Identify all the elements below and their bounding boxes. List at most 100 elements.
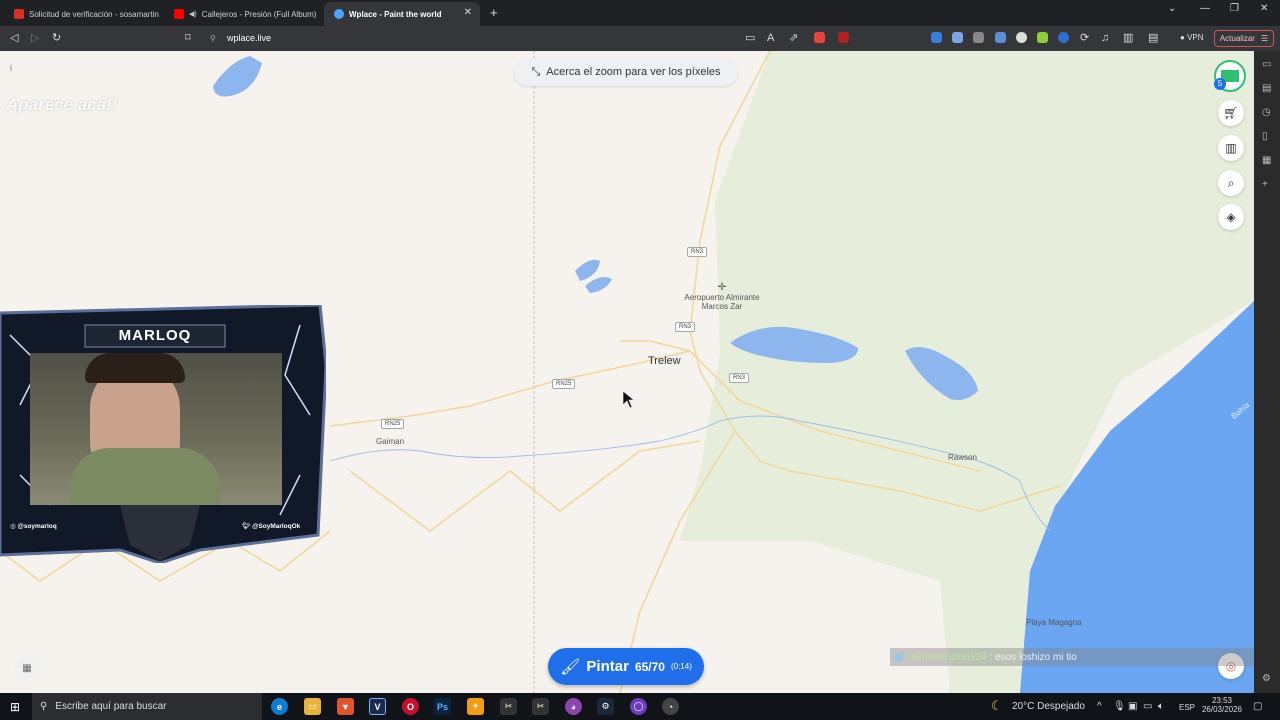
fl-studio-icon[interactable]: ✦ xyxy=(467,698,484,715)
road-badge-rn3: RN3 xyxy=(675,322,696,332)
extension-translate-icon[interactable] xyxy=(952,32,963,43)
capcut2-icon[interactable]: ✂ xyxy=(532,698,549,715)
share-icon[interactable]: ⇗ xyxy=(789,32,798,44)
side-bookmark-icon[interactable]: ▯ xyxy=(1262,131,1268,142)
paint-label: Pintar xyxy=(586,658,629,675)
back-icon[interactable]: ◁ xyxy=(10,32,18,44)
extension-moon-icon[interactable] xyxy=(1058,32,1069,43)
weather-text[interactable]: 20°C Despejado xyxy=(1012,701,1085,712)
site-info-icon[interactable]: ⚲ xyxy=(210,33,216,45)
extensions-icon[interactable]: ⟳ xyxy=(1080,32,1089,44)
zoom-icon: ⤡ xyxy=(531,65,541,78)
layers-button[interactable]: ◈ xyxy=(1218,204,1244,230)
bookmark-icon[interactable]: ⌑ xyxy=(185,32,191,44)
url-field[interactable]: wplace.live xyxy=(227,33,271,43)
airport-name-line2: Marcos Zar xyxy=(701,302,743,311)
notifications-icon[interactable]: ▢ xyxy=(1253,701,1262,712)
browser-toolbar: ◁ ▷ ↻ ⌑ ⚲ wplace.live ▭ A ⇗ ⟳ ♫ ▥ ▤ ● VP… xyxy=(0,26,1280,51)
translate-icon[interactable]: A xyxy=(767,32,774,44)
tab-wplace[interactable]: Wplace - Paint the world ✕ xyxy=(324,2,480,26)
side-wallet-icon[interactable]: ▤ xyxy=(1262,83,1271,94)
vpn-label: VPN xyxy=(1187,33,1204,42)
photoshop-icon[interactable]: Ps xyxy=(434,698,451,715)
layers-icon: ◈ xyxy=(1226,210,1236,224)
cart-icon: 🛒︎ xyxy=(1223,106,1239,120)
zoom-hint-text: Acerca el zoom para ver los píxeles xyxy=(546,66,721,78)
taskbar-search[interactable]: ⚲ Escribe aquí para buscar xyxy=(32,693,262,720)
brush-icon: 🖌︎ xyxy=(560,658,581,676)
edge-icon[interactable]: e xyxy=(271,698,288,715)
stream-overlay-text: Aparece acá!! xyxy=(6,95,118,114)
tray-chevron-icon[interactable]: ^ xyxy=(1097,701,1102,712)
close-tab-icon[interactable]: ✕ xyxy=(464,7,472,18)
zoom-hint-pill: ⤡ Acerca el zoom para ver los píxeles xyxy=(514,58,738,86)
tab-gmail[interactable]: Solicitud de verificación - sosamartin xyxy=(4,2,164,26)
vpn-dot-icon: ● xyxy=(1180,33,1185,42)
volume-icon[interactable]: 🔈︎ xyxy=(1158,701,1164,712)
opera-icon[interactable]: O xyxy=(402,698,419,715)
sidebar-icon[interactable]: ▥ xyxy=(1123,32,1133,44)
network-icon[interactable]: ▭ xyxy=(1143,701,1152,712)
info-icon[interactable]: i xyxy=(10,63,12,73)
file-explorer-icon[interactable]: ▭ xyxy=(304,698,321,715)
language-indicator[interactable]: ESP xyxy=(1179,703,1195,712)
cast-icon[interactable]: ▭ xyxy=(745,32,755,44)
road-badge-rn3: RN3 xyxy=(729,373,750,383)
map-settings-button[interactable]: ▦ xyxy=(14,655,40,681)
extension-discord-icon[interactable] xyxy=(1016,32,1027,43)
tab-search-icon[interactable]: ⌄ xyxy=(1168,3,1176,14)
extension-leaf-icon[interactable] xyxy=(1037,32,1048,43)
clock[interactable]: 23:53 26/03/2026 xyxy=(1200,696,1244,714)
extension-wave-icon[interactable] xyxy=(931,32,942,43)
side-panel-icon[interactable]: ▭ xyxy=(1262,59,1271,70)
chat-user: saimoonciclon124 xyxy=(906,651,987,663)
media-icon[interactable]: ♫ xyxy=(1101,32,1109,44)
microphone-icon[interactable]: 🎙︎ xyxy=(1113,701,1126,712)
weather-icon[interactable]: ☾ xyxy=(991,698,1003,714)
minimize-icon[interactable]: — xyxy=(1200,3,1210,14)
windows-taskbar: ⊞ ⚲ Escribe aquí para buscar e ▭ ▼ V O P… xyxy=(0,693,1280,720)
brave-icon[interactable]: ▼ xyxy=(337,698,354,715)
leaderboard-button[interactable]: ▥ xyxy=(1218,135,1244,161)
extension-doc-icon[interactable] xyxy=(995,32,1006,43)
brave-rewards-icon[interactable] xyxy=(838,32,849,43)
obs-icon[interactable]: ◯ xyxy=(630,698,647,715)
close-window-icon[interactable]: ✕ xyxy=(1260,3,1268,14)
side-add-icon[interactable]: + xyxy=(1262,179,1268,190)
side-reading-icon[interactable]: ▦ xyxy=(1262,155,1271,166)
paint-button[interactable]: 🖌︎ Pintar 65/70 (0:14) xyxy=(548,648,704,685)
new-tab-button[interactable]: + xyxy=(490,5,498,20)
windows-start-icon[interactable]: ⊞ xyxy=(10,700,20,714)
vscode-icon[interactable]: V xyxy=(369,698,386,715)
twitter-text: @SoyMarloqOk xyxy=(252,523,301,530)
reload-icon[interactable]: ↻ xyxy=(52,32,61,44)
capcut-icon[interactable]: ✂ xyxy=(500,698,517,715)
extension-box-icon[interactable] xyxy=(973,32,984,43)
place-label-playa: Playa Magagna xyxy=(1026,618,1082,627)
vpn-button[interactable]: ● VPN xyxy=(1180,33,1204,42)
side-history-icon[interactable]: ◷ xyxy=(1262,107,1271,118)
tab-youtube[interactable]: ◀) Callejeros - Presión (Full Album) xyxy=(164,2,324,26)
camera-icon[interactable]: ▣ xyxy=(1128,701,1137,712)
streamer-name: MARLOQ xyxy=(118,327,192,344)
level-badge: 5 xyxy=(1214,78,1226,90)
restore-icon[interactable]: ❐ xyxy=(1230,3,1239,14)
speaker-icon: ◀) xyxy=(189,11,197,18)
forward-icon[interactable]: ▷ xyxy=(31,32,39,44)
clock-date: 26/03/2026 xyxy=(1201,705,1243,714)
browser-tab-strip: Solicitud de verificación - sosamartin ◀… xyxy=(0,0,1280,26)
store-button[interactable]: 🛒︎ xyxy=(1218,100,1244,126)
wallet-icon[interactable]: ▤ xyxy=(1148,32,1158,44)
side-settings-icon[interactable]: ⚙ xyxy=(1262,673,1271,684)
discord-icon[interactable]: ◕ xyxy=(565,698,582,715)
paint-charges: 65/70 xyxy=(634,659,665,674)
keyboard-icon: ▦ xyxy=(22,662,32,674)
app-icon[interactable]: ◔ xyxy=(662,698,679,715)
brave-shield-icon[interactable] xyxy=(814,32,825,43)
search-map-button[interactable]: ⌕ xyxy=(1218,170,1244,196)
globe-icon xyxy=(334,9,344,19)
city-label-trelew: Trelew xyxy=(648,355,681,367)
update-button[interactable]: Actualizar ☰ xyxy=(1214,30,1274,47)
steam-icon[interactable]: ⚙ xyxy=(597,698,614,715)
update-label: Actualizar xyxy=(1219,34,1255,43)
